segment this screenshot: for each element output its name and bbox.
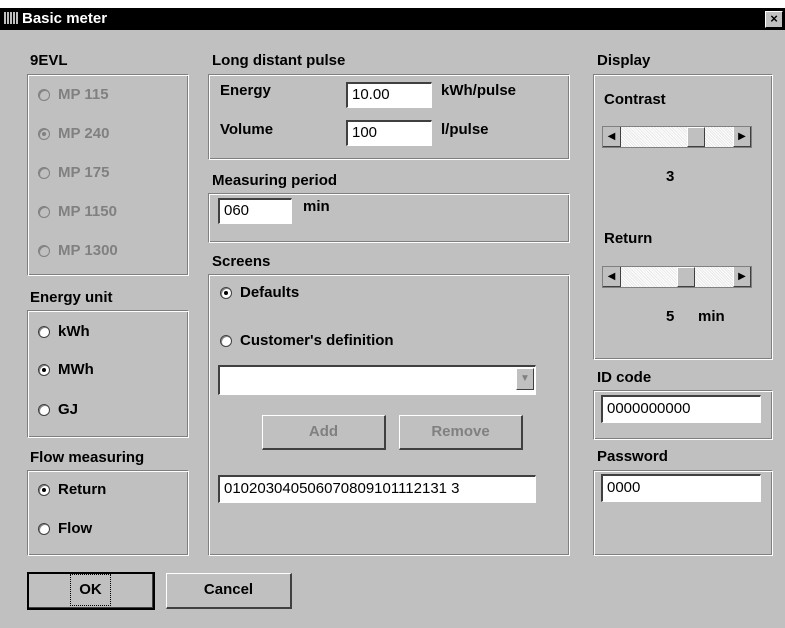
return-slider-thumb[interactable] [677,267,695,287]
password-field[interactable]: 0000 [601,474,761,502]
screen-sequence-field[interactable]: 010203040506070809101112131 3 [218,475,536,503]
display-title: Display [597,52,651,69]
radio-label: MP 1300 [58,242,118,259]
radio-circle [38,244,50,257]
window-title: Basic meter [22,10,108,27]
radio-label: Customer's definition [240,332,394,349]
volume-unit-text: l/pulse [441,121,489,138]
energy-label: Energy [220,82,271,99]
radio-mp-240[interactable]: MP 240 [38,125,109,142]
long-distant-pulse-title: Long distant pulse [212,52,346,69]
volume-label: Volume [220,121,274,138]
radio-label: MWh [58,361,94,378]
remove-button-label: Remove [431,423,490,440]
scroll-left-icon[interactable]: ◀ [603,127,621,147]
radio-label: MP 115 [58,86,109,103]
id-code-field[interactable]: 0000000000 [601,395,761,423]
radio-defaults[interactable]: Defaults [220,284,299,301]
return-unit: min [698,308,725,325]
flow-measuring-title: Flow measuring [30,449,145,466]
radio-mp-115[interactable]: MP 115 [38,86,109,103]
radio-circle [38,363,50,376]
ok-button-label: OK [70,574,111,606]
radio-kwh[interactable]: kWh [38,323,90,340]
contrast-label: Contrast [604,91,666,108]
add-button[interactable]: Add [262,415,386,450]
screens-combo[interactable]: ▼ [218,365,536,395]
radio-circle [38,88,50,101]
measuring-period-unit: min [303,198,330,215]
return-slider[interactable]: ◀ ▶ [602,266,752,288]
contrast-slider-thumb[interactable] [687,127,705,147]
radio-circle [38,127,50,140]
basic-meter-dialog: Basic meter × 9EVL MP 115 MP 240 MP 175 … [0,8,785,628]
cancel-button-label: Cancel [203,581,254,598]
close-icon[interactable]: × [765,11,783,28]
radio-mp-1300[interactable]: MP 1300 [38,242,118,259]
radio-label: MP 175 [58,164,110,181]
remove-button[interactable]: Remove [399,415,523,450]
scroll-right-icon[interactable]: ▶ [733,267,751,287]
radio-mp-175[interactable]: MP 175 [38,164,109,181]
energy-field[interactable]: 10.00 [346,82,432,108]
screens-title: Screens [212,253,271,270]
radio-label: MP 240 [58,125,110,142]
radio-gj[interactable]: GJ [38,401,78,418]
radio-circle [38,325,50,338]
radio-label: Flow [58,520,93,537]
energy-unit-text: kWh/pulse [441,82,517,99]
radio-mwh[interactable]: MWh [38,361,94,378]
radio-return[interactable]: Return [38,481,106,498]
measuring-period-field[interactable]: 060 [218,198,292,224]
radio-circle [38,522,50,535]
radio-circle [220,334,232,347]
add-button-label: Add [308,423,339,440]
radio-mp-1150[interactable]: MP 1150 [38,203,117,220]
radio-circle [38,205,50,218]
password-title: Password [597,448,668,465]
volume-field[interactable]: 100 [346,120,432,146]
scroll-left-icon[interactable]: ◀ [603,267,621,287]
radio-circle [220,286,232,299]
radio-label: Return [58,481,107,498]
title-bar: Basic meter × [0,8,785,30]
energy-unit-title: Energy unit [30,289,113,306]
radio-label: MP 1150 [58,203,117,220]
measuring-period-title: Measuring period [212,172,338,189]
scroll-right-icon[interactable]: ▶ [733,127,751,147]
radio-flow[interactable]: Flow [38,520,92,537]
radio-label: GJ [58,401,79,418]
radio-label: Defaults [240,284,300,301]
app-icon [4,12,18,24]
contrast-slider[interactable]: ◀ ▶ [602,126,752,148]
meter-group-title: 9EVL [30,52,68,69]
return-value: 5 [666,308,675,325]
cancel-button[interactable]: Cancel [166,573,292,609]
radio-circle [38,403,50,416]
return-label: Return [604,230,653,247]
radio-label: kWh [58,323,90,340]
radio-circle [38,483,50,496]
radio-customers-definition[interactable]: Customer's definition [220,332,394,349]
radio-circle [38,166,50,179]
ok-button[interactable]: OK [27,572,155,610]
chevron-down-icon[interactable]: ▼ [516,368,534,390]
display-box [593,74,773,360]
contrast-value: 3 [666,168,675,185]
id-code-title: ID code [597,369,652,386]
